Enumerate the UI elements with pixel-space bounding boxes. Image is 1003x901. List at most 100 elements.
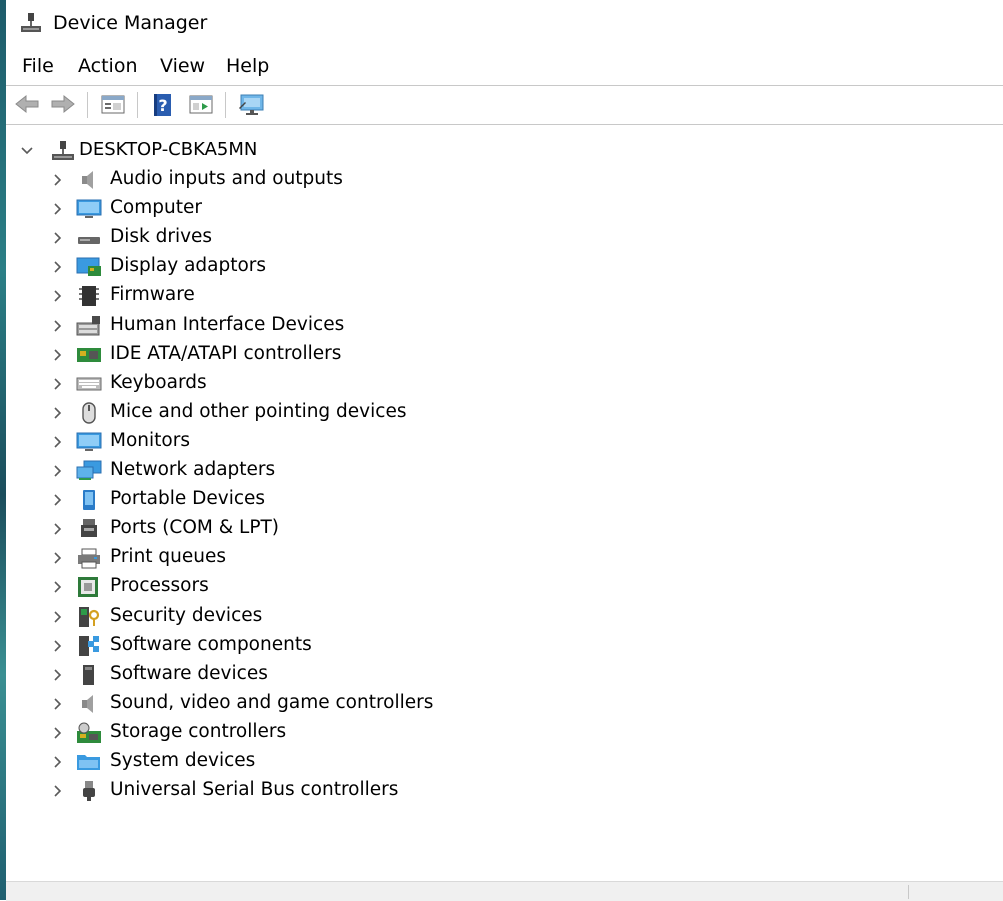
back-button[interactable] xyxy=(12,91,42,119)
tree-category-item[interactable]: Ports (COM & LPT) xyxy=(6,514,606,543)
chevron-right-icon[interactable] xyxy=(50,348,64,362)
properties-button[interactable] xyxy=(98,91,128,119)
svg-text:?: ? xyxy=(158,96,167,115)
tree-category-item[interactable]: Disk drives xyxy=(6,223,606,252)
disk-drive-icon xyxy=(76,227,102,249)
chevron-right-icon[interactable] xyxy=(50,231,64,245)
chevron-right-icon[interactable] xyxy=(50,668,64,682)
chevron-right-icon[interactable] xyxy=(50,726,64,740)
tree-category-item[interactable]: Display adaptors xyxy=(6,252,606,281)
storage-controller-icon xyxy=(76,722,102,744)
device-manager-window: Device Manager File Action View Help ? D… xyxy=(6,0,1003,901)
menu-bar: File Action View Help xyxy=(6,48,1003,84)
tree-category-item[interactable]: Software components xyxy=(6,631,606,660)
computer-name: DESKTOP-CBKA5MN xyxy=(79,139,258,160)
keyboard-icon xyxy=(76,373,102,395)
menu-action[interactable]: Action xyxy=(76,54,140,78)
tree-category-label: Software components xyxy=(110,633,312,655)
tree-category-item[interactable]: Keyboards xyxy=(6,369,606,398)
tree-category-item[interactable]: Universal Serial Bus controllers xyxy=(6,776,606,805)
tree-category-label: Firmware xyxy=(110,284,195,306)
update-driver-button[interactable] xyxy=(186,91,216,119)
tree-category-label: Keyboards xyxy=(110,371,207,393)
tree-category-label: Sound, video and game controllers xyxy=(110,691,434,713)
tree-root-node[interactable]: DESKTOP-CBKA5MN xyxy=(6,136,606,165)
chevron-right-icon[interactable] xyxy=(50,522,64,536)
help-button[interactable]: ? xyxy=(148,91,178,119)
tree-category-item[interactable]: Mice and other pointing devices xyxy=(6,398,606,427)
chevron-right-icon[interactable] xyxy=(50,464,64,478)
toolbar-separator xyxy=(137,92,138,118)
forward-button[interactable] xyxy=(48,91,78,119)
tree-category-item[interactable]: Software devices xyxy=(6,660,606,689)
portable-device-icon xyxy=(76,489,102,511)
security-key-icon xyxy=(76,606,102,628)
monitor-icon xyxy=(76,431,102,453)
chevron-right-icon[interactable] xyxy=(50,697,64,711)
speaker-icon xyxy=(76,693,102,715)
tree-category-item[interactable]: Computer xyxy=(6,194,606,223)
chevron-right-icon[interactable] xyxy=(50,551,64,565)
chevron-right-icon[interactable] xyxy=(50,173,64,187)
chevron-down-icon[interactable] xyxy=(20,144,34,158)
toolbar-separator xyxy=(87,92,88,118)
chevron-right-icon[interactable] xyxy=(50,377,64,391)
chevron-right-icon[interactable] xyxy=(50,202,64,216)
tree-category-label: Network adapters xyxy=(110,459,276,480)
tree-category-item[interactable]: Security devices xyxy=(6,602,606,631)
tree-category-item[interactable]: System devices xyxy=(6,747,606,776)
tree-category-item[interactable]: Processors xyxy=(6,572,606,601)
tree-category-item[interactable]: IDE ATA/ATAPI controllers xyxy=(6,340,606,369)
tree-category-label: System devices xyxy=(110,750,256,771)
toolbar: ? xyxy=(6,85,1003,125)
chevron-right-icon[interactable] xyxy=(50,493,64,507)
mouse-icon xyxy=(76,402,102,424)
tree-category-label: Software devices xyxy=(110,662,268,684)
tree-category-label: Computer xyxy=(110,197,202,219)
chevron-right-icon[interactable] xyxy=(50,580,64,594)
menu-help[interactable]: Help xyxy=(224,54,271,78)
device-tree: DESKTOP-CBKA5MN Audio inputs and outputs… xyxy=(6,128,1003,880)
chevron-right-icon[interactable] xyxy=(50,289,64,303)
software-component-icon xyxy=(76,635,102,657)
tree-category-item[interactable]: Firmware xyxy=(6,281,606,310)
tree-category-item[interactable]: Audio inputs and outputs xyxy=(6,165,606,194)
ide-controller-icon xyxy=(76,344,102,366)
usb-icon xyxy=(76,780,102,802)
computer-network-icon xyxy=(50,140,76,162)
tree-category-label: Ports (COM & LPT) xyxy=(110,517,280,539)
chevron-right-icon[interactable] xyxy=(50,406,64,420)
speaker-icon xyxy=(76,169,102,191)
chevron-right-icon[interactable] xyxy=(50,639,64,653)
title-bar[interactable]: Device Manager xyxy=(6,0,1003,46)
tree-category-label: Monitors xyxy=(110,429,190,451)
tree-category-label: Print queues xyxy=(110,546,227,568)
menu-view[interactable]: View xyxy=(158,54,207,78)
tree-category-item[interactable]: Network adapters xyxy=(6,456,606,485)
status-bar xyxy=(6,881,1003,901)
monitor-icon xyxy=(76,198,102,220)
hid-icon xyxy=(76,315,102,337)
help-icon: ? xyxy=(154,94,171,116)
tree-category-item[interactable]: Portable Devices xyxy=(6,485,606,514)
tree-category-item[interactable]: Human Interface Devices xyxy=(6,311,606,340)
port-icon xyxy=(76,518,102,540)
chevron-right-icon[interactable] xyxy=(50,435,64,449)
tree-category-item[interactable]: Print queues xyxy=(6,543,606,572)
tree-category-label: Mice and other pointing devices xyxy=(110,400,407,422)
chevron-right-icon[interactable] xyxy=(50,319,64,333)
tree-category-item[interactable]: Storage controllers xyxy=(6,718,606,747)
chevron-right-icon[interactable] xyxy=(50,610,64,624)
tree-category-label: IDE ATA/ATAPI controllers xyxy=(110,342,342,364)
tree-category-item[interactable]: Sound, video and game controllers xyxy=(6,689,606,718)
chevron-right-icon[interactable] xyxy=(50,260,64,274)
tree-category-label: Display adaptors xyxy=(110,255,267,277)
tree-category-item[interactable]: Monitors xyxy=(6,427,606,456)
chevron-right-icon[interactable] xyxy=(50,784,64,798)
toolbar-separator xyxy=(225,92,226,118)
menu-file[interactable]: File xyxy=(20,54,56,78)
chevron-right-icon[interactable] xyxy=(50,755,64,769)
scan-hardware-button[interactable] xyxy=(236,91,266,119)
network-adapter-icon xyxy=(76,460,102,482)
monitor-scan-icon xyxy=(239,94,264,115)
